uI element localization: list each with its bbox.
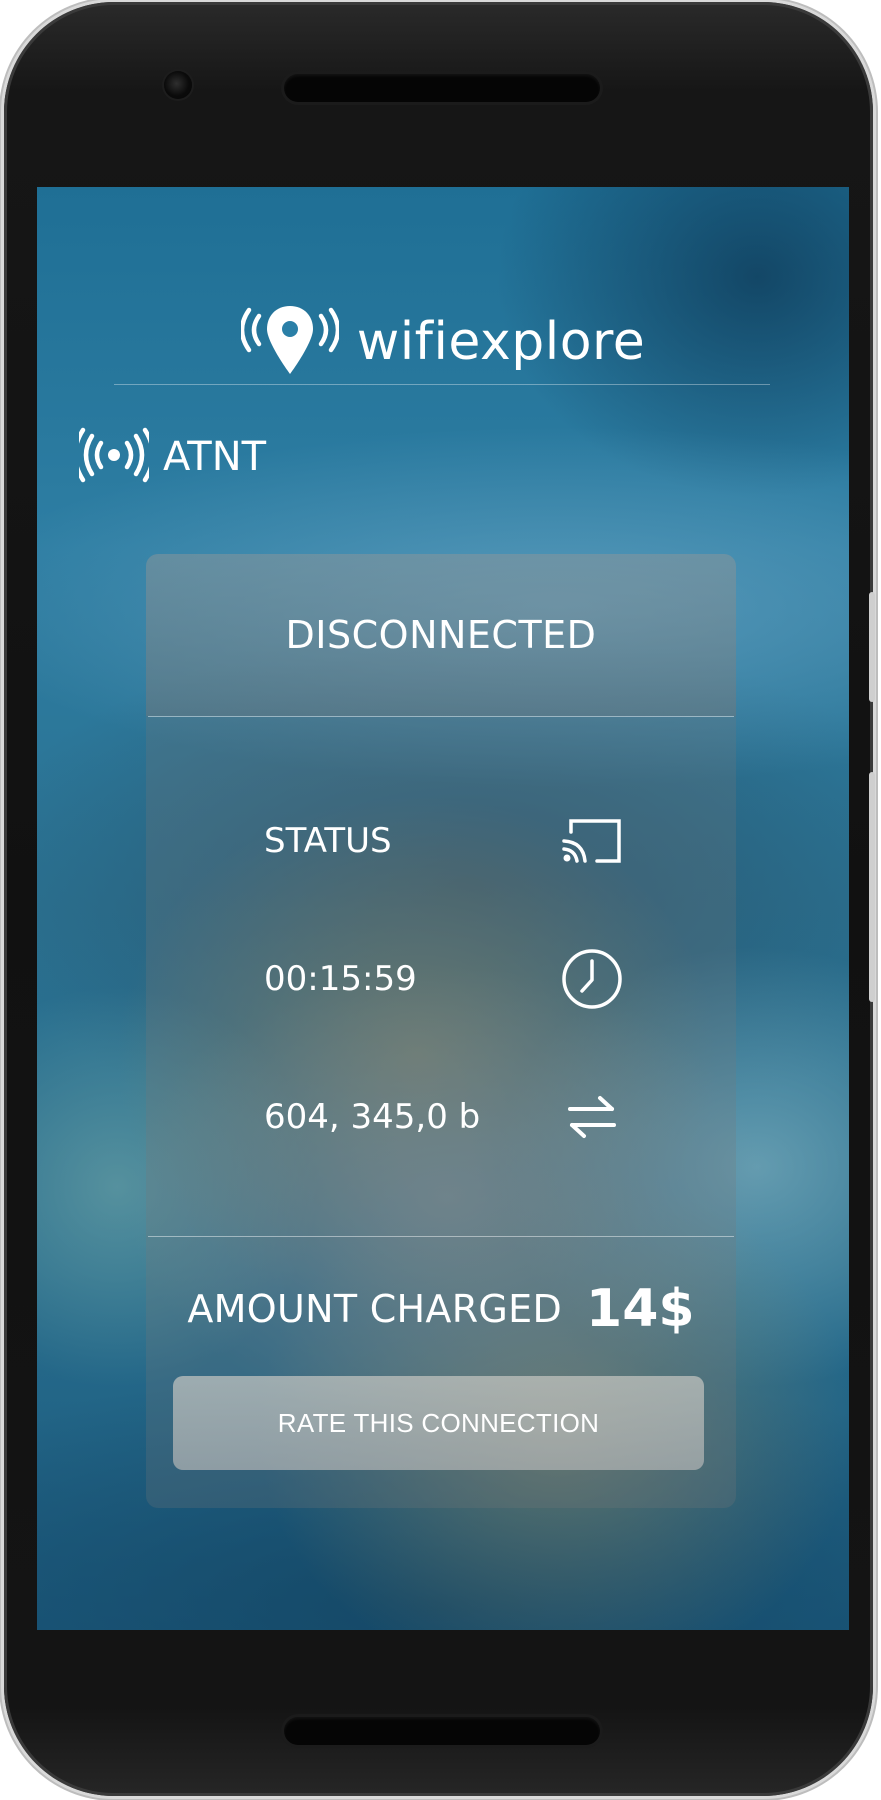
duration-value: 00:15:59 [264, 959, 417, 999]
app-header: wifiexplore [37, 302, 849, 382]
top-speaker [284, 74, 600, 102]
bottom-speaker [284, 1717, 600, 1745]
connection-state: DISCONNECTED [285, 613, 597, 657]
location-pin-broadcast-icon [239, 304, 340, 380]
amount-label: AMOUNT CHARGED [187, 1287, 563, 1331]
card-divider-bottom [148, 1236, 734, 1237]
front-camera [164, 71, 192, 99]
header-divider [114, 384, 770, 385]
duration-row: 00:15:59 [264, 944, 624, 1014]
volume-button [869, 772, 875, 1002]
connection-card: DISCONNECTED STATUS 00:15:59 604, 345,0 … [146, 554, 736, 1508]
amount-value: 14$ [586, 1279, 695, 1339]
data-usage-value: 604, 345,0 b [264, 1097, 481, 1137]
status-row: STATUS [264, 806, 624, 876]
wifi-broadcast-icon [72, 427, 156, 487]
phone-frame: wifiexplore ATNT DISCONNECTED STATUS 00:… [4, 2, 875, 1796]
cast-icon [560, 809, 624, 873]
amount-charged: AMOUNT CHARGED 14$ [146, 1274, 736, 1344]
swap-arrows-icon [560, 1085, 624, 1149]
card-divider-top [148, 716, 734, 717]
app-title: wifiexplore [356, 312, 646, 372]
rate-connection-button[interactable]: RATE THIS CONNECTION [173, 1376, 704, 1470]
status-label: STATUS [264, 821, 392, 861]
app-screen: wifiexplore ATNT DISCONNECTED STATUS 00:… [37, 187, 849, 1630]
power-button [869, 592, 875, 702]
network-indicator[interactable]: ATNT [72, 427, 267, 487]
network-name: ATNT [163, 434, 267, 480]
card-header: DISCONNECTED [146, 554, 736, 716]
data-usage-row: 604, 345,0 b [264, 1082, 624, 1152]
clock-icon [560, 947, 624, 1011]
